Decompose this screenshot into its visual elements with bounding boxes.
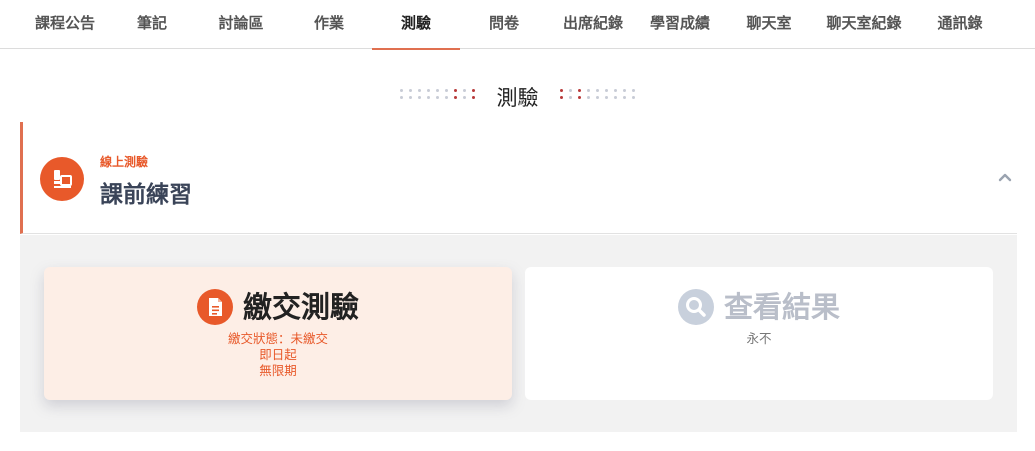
tab-discussion[interactable]: 討論區	[214, 0, 268, 49]
course-tabs: 課程公告 筆記 討論區 作業 測驗 問卷 出席紀錄 學習成績 聊天室 聊天室紀錄…	[0, 0, 1035, 50]
quiz-type-label: 線上測驗	[100, 155, 149, 169]
submit-quiz-card[interactable]: 繳交測驗 繳交狀態：未繳交 即日起 無限期	[44, 267, 512, 400]
tab-chat-history[interactable]: 聊天室紀錄	[822, 0, 906, 49]
tab-chatroom[interactable]: 聊天室	[742, 0, 796, 49]
tab-announcements[interactable]: 課程公告	[31, 0, 99, 49]
submission-status: 繳交狀態：未繳交	[227, 331, 328, 346]
tab-grades[interactable]: 學習成績	[646, 0, 714, 49]
tab-assignments[interactable]: 作業	[309, 0, 349, 49]
tab-contacts[interactable]: 通訊錄	[933, 0, 987, 49]
results-availability: 永不	[746, 331, 772, 346]
section-title: 測驗	[496, 86, 539, 110]
search-icon	[677, 289, 714, 325]
section-heading: 測驗	[0, 80, 1035, 112]
tab-notes[interactable]: 筆記	[132, 0, 172, 49]
view-results-card[interactable]: 查看結果 永不	[525, 267, 993, 400]
submission-end: 無限期	[259, 363, 297, 378]
chevron-up-icon[interactable]	[997, 170, 1013, 186]
quiz-header: 線上測驗 課前練習	[20, 122, 1017, 234]
decorative-dots-right	[560, 89, 635, 100]
quiz-title: 課前練習	[100, 182, 192, 208]
quiz-type-icon	[40, 157, 84, 201]
tab-attendance[interactable]: 出席紀錄	[559, 0, 627, 49]
tab-quiz[interactable]: 測驗	[372, 0, 460, 50]
document-icon	[196, 289, 233, 325]
tab-survey[interactable]: 問卷	[484, 0, 524, 49]
quiz-actions-panel: 繳交測驗 繳交狀態：未繳交 即日起 無限期 查看結果 永不	[20, 235, 1017, 432]
submission-start: 即日起	[259, 347, 297, 362]
